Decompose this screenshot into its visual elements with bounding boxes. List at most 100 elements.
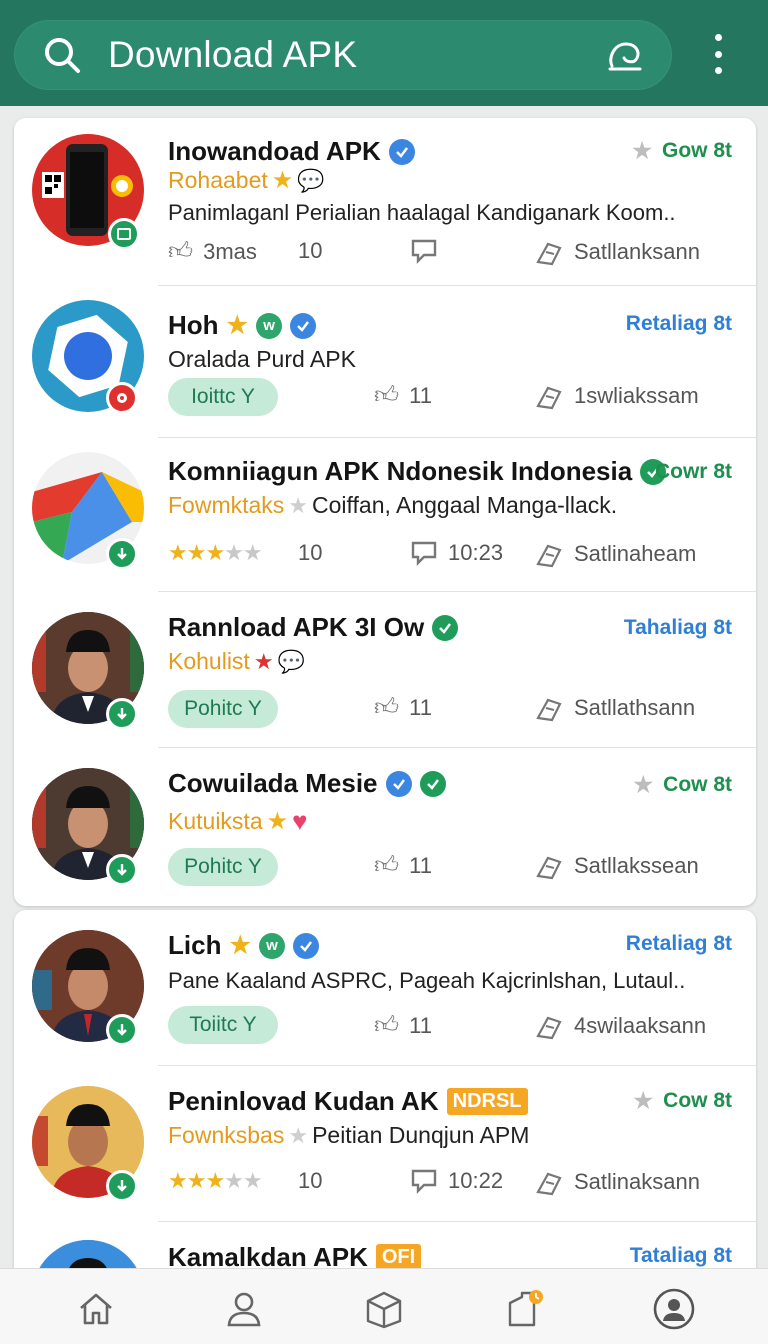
likes-label: 3mas: [203, 239, 257, 264]
list-item[interactable]: Komniiagun APK Ndonesik Indonesia Cowr 8…: [14, 438, 756, 592]
search-icon[interactable]: [42, 35, 82, 75]
likes-meta[interactable]: 👍︎ 11: [374, 852, 432, 880]
category-pill[interactable]: Pohitc Y: [168, 690, 278, 728]
time-label: 10:23: [448, 540, 504, 565]
star-icon: ★: [229, 932, 251, 959]
share-icon[interactable]: [534, 1168, 564, 1196]
likes-meta[interactable]: 👍︎ 3mas: [168, 238, 257, 266]
share-action[interactable]: Satllakssean: [534, 852, 699, 880]
share-icon[interactable]: [534, 540, 564, 568]
list-item[interactable]: Rannload APK 3I Ow Tahaliag 8t Kohulist …: [14, 592, 756, 748]
mic-icon[interactable]: [604, 36, 646, 76]
thumbs-up-icon[interactable]: 👍︎: [374, 694, 399, 722]
verified-icon: [388, 138, 415, 165]
thumbs-up-icon[interactable]: 👍︎: [374, 382, 399, 410]
comment-icon[interactable]: [410, 1168, 438, 1194]
list-item[interactable]: Inowandoad APK ★ Gow 8t Rohaabet ★ 💬 Pan…: [14, 118, 756, 286]
app-subtitle: Fownksbas ★ Peitian Dunqjun APM: [168, 1122, 529, 1149]
download-badge-icon: [106, 1170, 138, 1202]
top-app-bar: Download APK: [0, 0, 768, 106]
share-action[interactable]: Satllanksann: [534, 238, 700, 266]
rating-count: 10: [298, 540, 323, 565]
category-pill[interactable]: Pohitc Y: [168, 848, 278, 886]
likes-meta[interactable]: 👍︎ 11: [374, 694, 432, 722]
thumbs-up-icon[interactable]: 👍︎: [168, 238, 193, 266]
heart-icon: ♥: [292, 806, 308, 836]
home-icon[interactable]: [74, 1287, 118, 1331]
bottom-navigation: [0, 1268, 768, 1344]
app-title: Komniiagun APK Ndonesik Indonesia: [168, 456, 667, 487]
share-label: Satllakssean: [574, 853, 699, 878]
inbox-icon[interactable]: [362, 1287, 406, 1331]
thumbs-up-icon[interactable]: 👍︎: [374, 852, 399, 880]
share-label: 4swilaaksann: [574, 1013, 707, 1038]
app-title: Cowuilada Mesie: [168, 768, 446, 799]
comment-icon[interactable]: [410, 238, 438, 264]
likes-count: 11: [409, 383, 432, 408]
download-badge-icon: [106, 538, 138, 570]
share-label: Satllathsann: [574, 695, 696, 720]
share-action[interactable]: 4swilaaksann: [534, 1012, 706, 1040]
star-icon: ★: [288, 492, 309, 518]
comment-meta[interactable]: 10:23: [410, 540, 503, 566]
app-title-text: Hoh: [168, 310, 219, 340]
share-icon[interactable]: [534, 852, 564, 880]
install-count-text: Cow 8t: [663, 773, 732, 796]
updates-icon[interactable]: [504, 1287, 548, 1331]
share-icon[interactable]: [534, 694, 564, 722]
whatsapp-icon: w: [258, 932, 285, 959]
list-item[interactable]: Cowuilada Mesie ★ Cow 8t Kutuiksta ★ ♥ P…: [14, 748, 756, 906]
app-title: Rannload APK 3I Ow: [168, 612, 459, 643]
app-title-text: Cowuilada Mesie: [168, 768, 378, 798]
thumbs-up-icon[interactable]: 👍︎: [374, 1012, 399, 1040]
share-action[interactable]: 1swliakssam: [534, 382, 699, 410]
likes-meta[interactable]: 👍︎ 11: [374, 382, 432, 410]
search-bar[interactable]: Download APK: [14, 20, 672, 90]
profile-icon[interactable]: [222, 1287, 266, 1331]
list-item[interactable]: Peninlovad Kudan AK NDRSL ★ Cow 8t Fownk…: [14, 1066, 756, 1222]
star-icon: ★: [271, 167, 294, 194]
share-action[interactable]: Satlinaheam: [534, 540, 696, 568]
time-label: 10:22: [448, 1168, 504, 1193]
search-title[interactable]: Download APK: [108, 34, 357, 76]
app-title-text: Komniiagun APK Ndonesik Indonesia: [168, 456, 633, 486]
install-count: ★ Gow 8t: [632, 138, 732, 164]
share-action[interactable]: Satllathsann: [534, 694, 695, 722]
install-count-text: Cow 8t: [663, 1089, 732, 1112]
status-badge: OFI: [375, 1244, 422, 1271]
install-count: Tahaliag 8t: [623, 616, 732, 639]
star-icon: ★: [226, 312, 249, 339]
share-icon[interactable]: [534, 382, 564, 410]
app-title: Inowandoad APK: [168, 136, 415, 167]
share-action[interactable]: Satlinaksann: [534, 1168, 700, 1196]
developer-name: Kohulist: [168, 648, 250, 674]
install-badge-icon: [108, 218, 140, 250]
verified-icon: [432, 614, 459, 641]
share-icon[interactable]: [534, 1012, 564, 1040]
list-item[interactable]: Hoh ★ w Retaliag 8t Oralada Purd APK Ioi…: [14, 286, 756, 438]
rating-stars: ★★★★★: [168, 540, 263, 565]
share-label: Satlinaksann: [574, 1169, 700, 1194]
share-icon[interactable]: [534, 238, 564, 266]
category-pill[interactable]: Ioittc Y: [168, 378, 278, 416]
verified-icon: [290, 312, 317, 339]
settings-badge-icon: [106, 382, 138, 414]
comment-meta[interactable]: 10:22: [410, 1168, 503, 1194]
verified-icon: [385, 770, 412, 797]
category-pill[interactable]: Toiitc Y: [168, 1006, 278, 1044]
likes-meta[interactable]: 👍︎ 11: [374, 1012, 432, 1040]
app-title: Lich ★ w: [168, 930, 319, 961]
account-icon[interactable]: [652, 1287, 696, 1331]
install-count: ★ Cow 8t: [633, 1088, 732, 1114]
app-title-text: Inowandoad APK: [168, 136, 381, 166]
app-description: Panimlaganl Perialian haalagal Kandigana…: [168, 200, 676, 225]
app-subtitle: Kohulist ★ 💬: [168, 648, 305, 675]
comment-icon[interactable]: [410, 540, 438, 566]
developer-name: Fownksbas: [168, 1122, 285, 1148]
more-icon[interactable]: [702, 34, 734, 74]
star-icon: ★: [633, 772, 654, 797]
install-count: Tataliag 8t: [629, 1244, 732, 1267]
list-item[interactable]: Lich ★ w Retaliag 8t Pane Kaaland ASPRC,…: [14, 910, 756, 1066]
download-badge-icon: [106, 698, 138, 730]
install-count: Cowr 8t: [654, 460, 732, 483]
